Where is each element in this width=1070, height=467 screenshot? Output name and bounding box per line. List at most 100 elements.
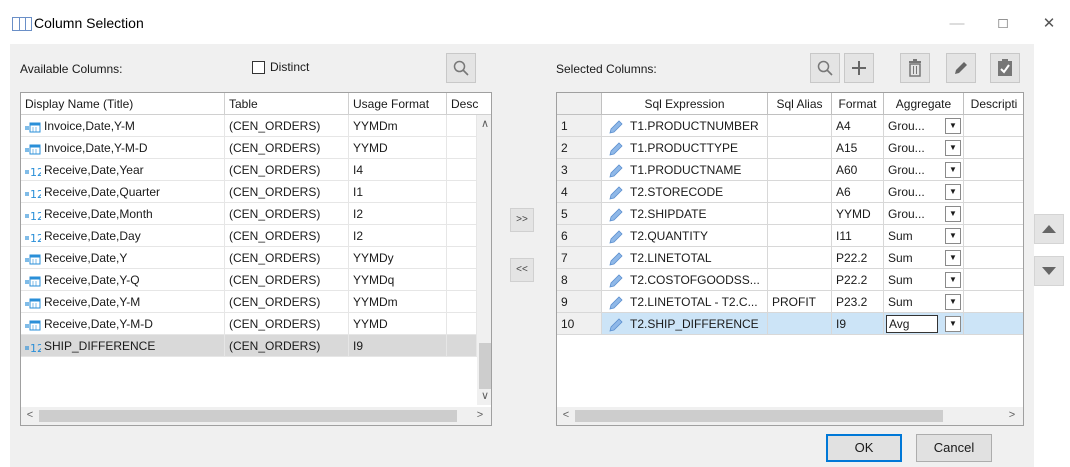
aggregate-cell[interactable]: Grou... ▼ xyxy=(884,159,964,181)
column-header-format[interactable]: Format xyxy=(832,93,884,115)
description-cell[interactable] xyxy=(447,115,477,137)
format-cell[interactable]: YYMD xyxy=(832,203,884,225)
remove-columns-button[interactable]: << xyxy=(510,258,534,282)
table-cell[interactable]: (CEN_ORDERS) xyxy=(225,181,349,203)
column-header-usage-format[interactable]: Usage Format xyxy=(349,93,447,115)
table-row[interactable]: Receive,Date,Y (CEN_ORDERS) YYMDy xyxy=(21,247,477,269)
description-cell[interactable] xyxy=(447,137,477,159)
maximize-button[interactable]: □ xyxy=(980,8,1026,40)
usage-format-cell[interactable]: YYMDm xyxy=(349,291,447,313)
scroll-down-icon[interactable]: ∨ xyxy=(477,389,491,402)
description-cell[interactable] xyxy=(964,159,1023,181)
move-down-button[interactable] xyxy=(1034,256,1064,286)
table-cell[interactable]: (CEN_ORDERS) xyxy=(225,269,349,291)
usage-format-cell[interactable]: YYMDy xyxy=(349,247,447,269)
column-header-description[interactable]: Descripti xyxy=(964,93,1023,115)
scroll-thumb[interactable] xyxy=(479,343,491,389)
format-cell[interactable]: I9 xyxy=(832,313,884,335)
column-header-aggregate[interactable]: Aggregate xyxy=(884,93,964,115)
dropdown-arrow-icon[interactable]: ▼ xyxy=(945,272,961,288)
table-row[interactable]: 6 T2.QUANTITY I11 Sum ▼ xyxy=(557,225,1023,247)
table-row[interactable]: 1 T1.PRODUCTNUMBER A4 Grou... ▼ xyxy=(557,115,1023,137)
dropdown-arrow-icon[interactable]: ▼ xyxy=(945,294,961,310)
distinct-checkbox[interactable] xyxy=(252,61,265,74)
sql-expression-cell[interactable]: T2.LINETOTAL - T2.C... xyxy=(602,291,768,313)
format-cell[interactable]: I11 xyxy=(832,225,884,247)
close-button[interactable]: ✕ xyxy=(1026,8,1070,40)
add-button[interactable] xyxy=(844,53,874,83)
aggregate-select[interactable]: Avg xyxy=(886,315,938,333)
display-name-cell[interactable]: Receive,Date,Y-M xyxy=(21,291,225,313)
description-cell[interactable] xyxy=(964,269,1023,291)
row-number-cell[interactable]: 3 xyxy=(557,159,602,181)
horizontal-scrollbar[interactable]: < > xyxy=(557,407,1023,425)
display-name-cell[interactable]: Invoice,Date,Y-M-D xyxy=(21,137,225,159)
description-cell[interactable] xyxy=(447,313,477,335)
table-row[interactable]: 4 T2.STORECODE A6 Grou... ▼ xyxy=(557,181,1023,203)
row-number-cell[interactable]: 9 xyxy=(557,291,602,313)
dropdown-arrow-icon[interactable]: ▼ xyxy=(945,228,961,244)
table-row[interactable]: 9 T2.LINETOTAL - T2.C... PROFIT P23.2 Sum ▼ xyxy=(557,291,1023,313)
dropdown-arrow-icon[interactable]: ▼ xyxy=(945,184,961,200)
description-cell[interactable] xyxy=(964,115,1023,137)
table-row[interactable]: 2 T1.PRODUCTTYPE A15 Grou... ▼ xyxy=(557,137,1023,159)
add-columns-button[interactable]: >> xyxy=(510,208,534,232)
description-cell[interactable] xyxy=(447,159,477,181)
table-cell[interactable]: (CEN_ORDERS) xyxy=(225,313,349,335)
display-name-cell[interactable]: Receive,Date,Y xyxy=(21,247,225,269)
sql-alias-cell[interactable] xyxy=(768,225,832,247)
sql-alias-cell[interactable] xyxy=(768,115,832,137)
description-cell[interactable] xyxy=(447,247,477,269)
usage-format-cell[interactable]: I2 xyxy=(349,225,447,247)
description-cell[interactable] xyxy=(964,247,1023,269)
table-row[interactable]: 12Receive,Date,Day(CEN_ORDERS)I2 xyxy=(21,225,477,247)
sql-expression-cell[interactable]: T2.QUANTITY xyxy=(602,225,768,247)
format-cell[interactable]: A6 xyxy=(832,181,884,203)
sql-expression-cell[interactable]: T1.PRODUCTNUMBER xyxy=(602,115,768,137)
display-name-cell[interactable]: 12Receive,Date,Year xyxy=(21,159,225,181)
sql-expression-cell[interactable]: T2.LINETOTAL xyxy=(602,247,768,269)
table-row[interactable]: Receive,Date,Y-Q (CEN_ORDERS) YYMDq xyxy=(21,269,477,291)
table-cell[interactable]: (CEN_ORDERS) xyxy=(225,159,349,181)
description-cell[interactable] xyxy=(964,137,1023,159)
table-row[interactable]: 7 T2.LINETOTAL P22.2 Sum ▼ xyxy=(557,247,1023,269)
scroll-left-icon[interactable]: < xyxy=(559,409,573,421)
table-cell[interactable]: (CEN_ORDERS) xyxy=(225,137,349,159)
dropdown-arrow-icon[interactable]: ▼ xyxy=(945,118,961,134)
sql-alias-cell[interactable] xyxy=(768,313,832,335)
column-header-table[interactable]: Table xyxy=(225,93,349,115)
format-cell[interactable]: A15 xyxy=(832,137,884,159)
column-header-sql-expression[interactable]: Sql Expression xyxy=(602,93,768,115)
sql-expression-cell[interactable]: T2.STORECODE xyxy=(602,181,768,203)
table-row[interactable]: 12Receive,Date,Quarter(CEN_ORDERS)I1 xyxy=(21,181,477,203)
vertical-scrollbar[interactable]: ∧ ∨ xyxy=(477,115,491,405)
usage-format-cell[interactable]: I2 xyxy=(349,203,447,225)
table-row[interactable]: 12SHIP_DIFFERENCE(CEN_ORDERS)I9 xyxy=(21,335,477,357)
description-cell[interactable] xyxy=(964,313,1023,335)
aggregate-cell[interactable]: Sum ▼ xyxy=(884,269,964,291)
scroll-left-icon[interactable]: < xyxy=(23,409,37,421)
row-number-cell[interactable]: 6 xyxy=(557,225,602,247)
table-row[interactable]: 5 T2.SHIPDATE YYMD Grou... ▼ xyxy=(557,203,1023,225)
table-cell[interactable]: (CEN_ORDERS) xyxy=(225,291,349,313)
search-button[interactable] xyxy=(446,53,476,83)
scroll-thumb[interactable] xyxy=(575,410,943,422)
display-name-cell[interactable]: 12Receive,Date,Month xyxy=(21,203,225,225)
sql-alias-cell[interactable] xyxy=(768,181,832,203)
aggregate-cell[interactable]: Sum ▼ xyxy=(884,247,964,269)
table-row[interactable]: 8 T2.COSTOFGOODSS... P22.2 Sum ▼ xyxy=(557,269,1023,291)
table-cell[interactable]: (CEN_ORDERS) xyxy=(225,225,349,247)
ok-button[interactable]: OK xyxy=(826,434,902,462)
scroll-thumb[interactable] xyxy=(39,410,457,422)
row-number-cell[interactable]: 10 xyxy=(557,313,602,335)
description-cell[interactable] xyxy=(447,181,477,203)
sql-alias-cell[interactable] xyxy=(768,269,832,291)
table-row[interactable]: Invoice,Date,Y-M (CEN_ORDERS) YYMDm xyxy=(21,115,477,137)
usage-format-cell[interactable]: YYMDq xyxy=(349,269,447,291)
description-cell[interactable] xyxy=(964,181,1023,203)
sql-expression-cell[interactable]: T2.SHIP_DIFFERENCE xyxy=(602,313,768,335)
sql-expression-cell[interactable]: T2.SHIPDATE xyxy=(602,203,768,225)
row-number-cell[interactable]: 1 xyxy=(557,115,602,137)
sql-alias-cell[interactable]: PROFIT xyxy=(768,291,832,313)
description-cell[interactable] xyxy=(964,203,1023,225)
